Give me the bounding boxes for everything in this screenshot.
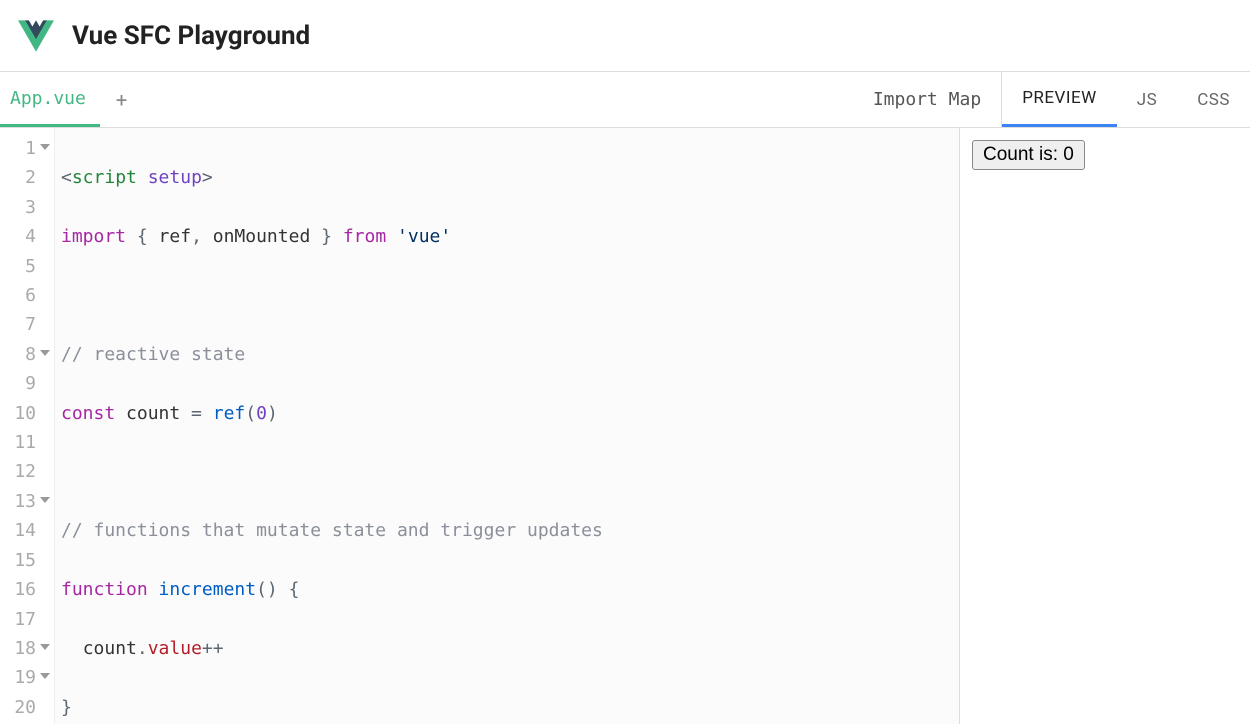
line-number: 8 [0,340,36,369]
line-number: 10 [0,399,36,428]
file-tab-app-vue[interactable]: App.vue [0,72,100,127]
tab-bar: App.vue + Import Map PREVIEW JS CSS [0,72,1250,128]
line-number: 3 [0,193,36,222]
preview-pane: Count is: 0 [960,128,1250,724]
vue-logo-icon [18,18,54,54]
line-number: 1 [0,134,36,163]
import-map-tab[interactable]: Import Map [853,72,1001,127]
spacer [143,72,853,127]
line-number: 16 [0,575,36,604]
tab-js[interactable]: JS [1117,72,1177,127]
line-number: 15 [0,546,36,575]
line-number: 5 [0,252,36,281]
line-number: 11 [0,428,36,457]
count-button[interactable]: Count is: 0 [972,140,1085,170]
line-number: 14 [0,516,36,545]
file-tabs: App.vue + [0,72,143,127]
line-number: 17 [0,605,36,634]
line-number: 20 [0,693,36,722]
tab-css[interactable]: CSS [1177,72,1250,127]
output-tabs: PREVIEW JS CSS [1002,72,1250,127]
code-editor[interactable]: 1234567891011121314151617181920 <script … [0,128,960,724]
line-number: 6 [0,281,36,310]
add-file-button[interactable]: + [100,72,143,127]
main-split: 1234567891011121314151617181920 <script … [0,128,1250,724]
line-number: 18 [0,634,36,663]
code-content[interactable]: <script setup> import { ref, onMounted }… [55,128,959,724]
line-number-gutter: 1234567891011121314151617181920 [0,128,55,724]
line-number: 4 [0,222,36,251]
line-number: 12 [0,457,36,486]
line-number: 7 [0,310,36,339]
line-number: 2 [0,163,36,192]
line-number: 9 [0,369,36,398]
app-header: Vue SFC Playground [0,0,1250,72]
page-title: Vue SFC Playground [72,21,310,51]
line-number: 19 [0,663,36,692]
line-number: 13 [0,487,36,516]
tab-preview[interactable]: PREVIEW [1002,72,1117,127]
